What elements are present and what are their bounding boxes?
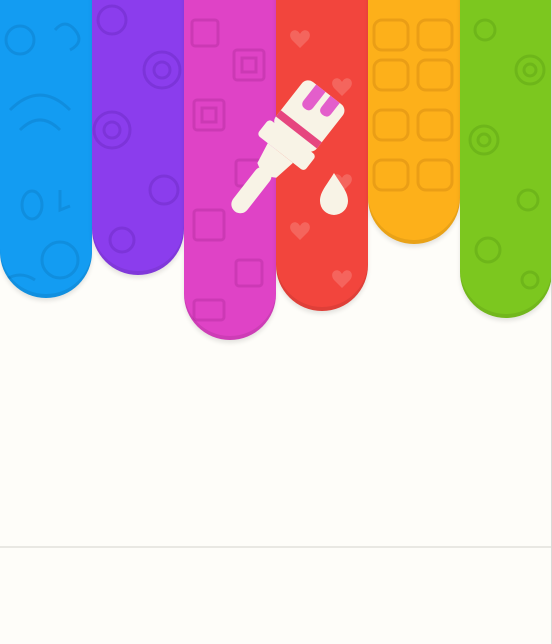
rounded-square-pattern	[372, 18, 454, 192]
theme-picker-window	[0, 0, 552, 644]
stripe-green	[460, 0, 551, 318]
circle-pattern	[92, 4, 182, 254]
flower-pattern	[468, 18, 546, 290]
stripe-purple	[92, 0, 184, 275]
paintbrush-icon	[231, 80, 348, 215]
stripe-blue	[0, 0, 92, 298]
footer-area	[0, 548, 551, 644]
stripe-orange	[368, 0, 460, 244]
doodle-pattern	[4, 22, 81, 282]
paint-drop-icon	[320, 173, 348, 215]
hero-banner	[0, 0, 551, 548]
